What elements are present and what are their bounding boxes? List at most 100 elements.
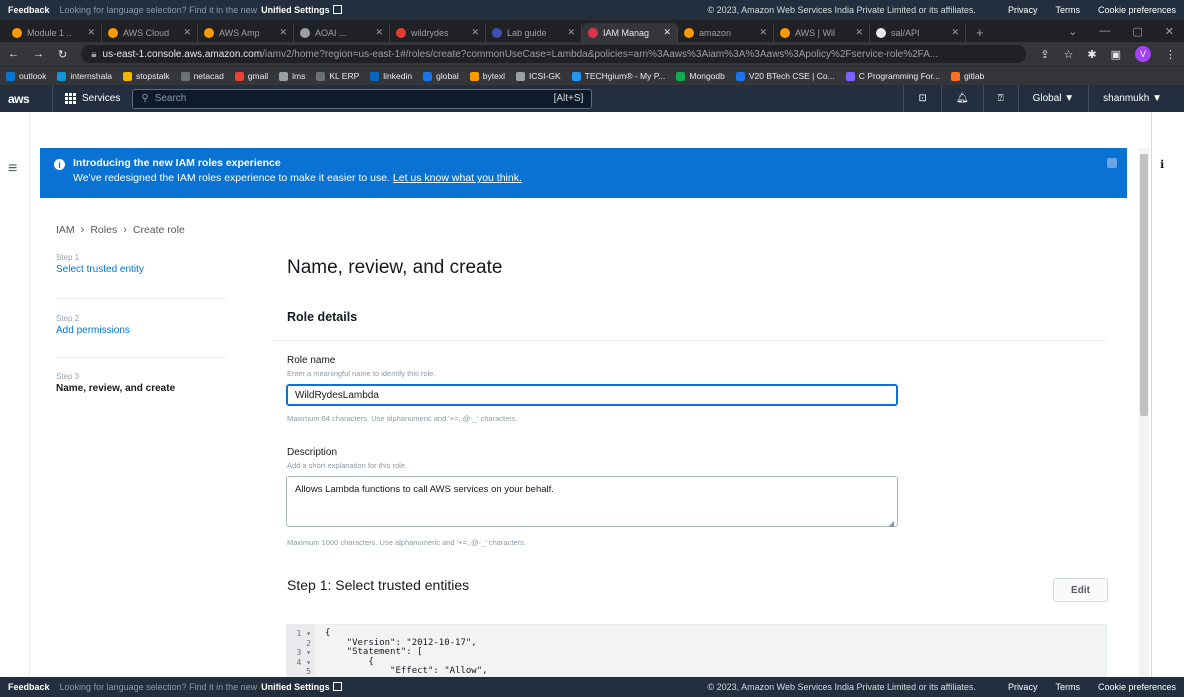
feedback-link[interactable]: Feedback <box>8 5 50 15</box>
bookmark-item[interactable]: KL ERP <box>316 71 359 81</box>
tab-title: wildrydes <box>411 27 449 38</box>
banner-dismiss-button[interactable] <box>1107 158 1117 168</box>
bookmark-item[interactable]: linkedin <box>370 71 412 81</box>
page-scrollbar-thumb[interactable] <box>1140 154 1148 416</box>
browser-menu-icon[interactable]: ⋮ <box>1165 48 1176 61</box>
edit-trusted-entities-button[interactable]: Edit <box>1053 578 1108 602</box>
close-window-icon[interactable]: ✕ <box>1165 25 1174 38</box>
bookmark-item[interactable]: netacad <box>180 71 224 81</box>
privacy-link[interactable]: Privacy <box>1008 5 1038 15</box>
bookmark-item[interactable]: stopstalk <box>123 71 170 81</box>
notifications-bell-icon[interactable]: 🔔︎ <box>940 85 983 112</box>
tab-favicon-icon <box>684 27 694 38</box>
bookmark-item[interactable]: V20 BTech CSE | Co... <box>735 71 835 81</box>
bookmark-item[interactable]: gmail <box>234 71 268 81</box>
tab-close-icon[interactable]: ✕ <box>951 27 959 38</box>
browser-tab[interactable]: wildrydes ✕ <box>390 23 486 42</box>
unified-settings-link[interactable]: Unified Settings <box>261 682 330 692</box>
services-menu-button[interactable]: Services <box>52 85 132 112</box>
bookmark-label: global <box>436 71 459 81</box>
browser-tab[interactable]: AOAI ... ✕ <box>294 23 390 42</box>
browser-tab[interactable]: AWS Amp ✕ <box>198 23 294 42</box>
info-panel-icon[interactable]: ℹ <box>1160 158 1164 171</box>
bookmark-item[interactable]: gitlab <box>950 71 984 81</box>
breadcrumb-roles[interactable]: Roles <box>90 224 117 236</box>
bookmark-favicon-icon <box>316 71 326 81</box>
browser-tab[interactable]: sal/API ✕ <box>870 23 966 42</box>
tab-title: IAM Manag <box>603 27 650 38</box>
profile-avatar[interactable]: V <box>1135 46 1151 62</box>
bookmark-favicon-icon <box>180 71 190 81</box>
bookmark-item[interactable]: internshala <box>57 71 112 81</box>
cookie-preferences-link[interactable]: Cookie preferences <box>1098 682 1176 692</box>
share-icon[interactable]: ⇪ <box>1040 48 1049 61</box>
region-selector[interactable]: Global ▼ <box>1017 85 1089 112</box>
sidepanel-icon[interactable]: ▣ <box>1111 48 1121 61</box>
tab-close-icon[interactable]: ✕ <box>855 27 863 38</box>
bookmark-item[interactable]: ICSI-GK <box>516 71 561 81</box>
wizard-step-2[interactable]: Step 2 Add permissions <box>56 314 226 336</box>
browser-tab[interactable]: amazon ✕ <box>678 23 774 42</box>
role-name-input[interactable] <box>286 384 898 406</box>
step-label: Add permissions <box>56 325 130 336</box>
browser-tab[interactable]: IAM Manag ✕ <box>582 23 678 42</box>
hamburger-menu-icon[interactable]: ≡ <box>8 160 17 178</box>
tab-close-icon[interactable]: ✕ <box>471 27 479 38</box>
tab-close-icon[interactable]: ✕ <box>183 27 191 38</box>
browser-tab[interactable]: AWS Cloud ✕ <box>102 23 198 42</box>
browser-tab[interactable]: Lab guide ✕ <box>486 23 582 42</box>
aws-logo[interactable]: aws <box>8 92 52 106</box>
tab-search-icon[interactable]: ⌄ <box>1068 25 1077 38</box>
browser-tab[interactable]: Module 1 .. ✕ <box>6 23 102 42</box>
minimize-icon[interactable]: — <box>1099 25 1110 37</box>
terms-link[interactable]: Terms <box>1055 5 1080 15</box>
bookmark-item[interactable]: C Programming For... <box>845 71 940 81</box>
description-textarea[interactable] <box>286 476 898 527</box>
search-icon: ⚲ <box>141 93 149 104</box>
restore-icon[interactable]: ▢ <box>1132 25 1142 38</box>
console-search-input[interactable]: ⚲ Search [Alt+S] <box>132 88 593 109</box>
url-field[interactable]: 🔒︎ us-east-1.console.aws.amazon.com/iamv… <box>81 45 1027 63</box>
bookmark-favicon-icon <box>950 71 960 81</box>
trust-policy-editor[interactable]: 1 ▾ 2 3 ▾ 4 ▾ 5 { "Version": "2012-10-17", "… <box>286 624 1107 677</box>
account-menu[interactable]: shanmukh ▼ <box>1088 85 1176 112</box>
bookmark-item[interactable]: Mongodb <box>676 71 725 81</box>
tools-divider <box>1151 112 1152 677</box>
bookmark-item[interactable]: outlook <box>6 71 46 81</box>
banner-feedback-link[interactable]: Let us know what you think. <box>393 172 522 184</box>
tab-close-icon[interactable]: ✕ <box>279 27 287 38</box>
bookmark-star-icon[interactable]: ☆ <box>1064 48 1074 61</box>
resize-grip-icon[interactable]: ◢ <box>888 519 894 528</box>
cookie-preferences-link[interactable]: Cookie preferences <box>1098 5 1176 15</box>
extensions-icon[interactable]: ✱ <box>1087 48 1096 61</box>
tab-close-icon[interactable]: ✕ <box>87 27 95 38</box>
unified-settings-link[interactable]: Unified Settings <box>261 5 330 15</box>
forward-icon[interactable]: → <box>33 48 44 60</box>
feedback-link[interactable]: Feedback <box>8 682 50 692</box>
privacy-link[interactable]: Privacy <box>1008 682 1038 692</box>
cloudshell-icon[interactable]: ⊡ <box>903 85 940 112</box>
description-help: Add a short explanation for this role. <box>287 461 408 470</box>
new-tab-button[interactable]: + <box>966 23 994 42</box>
tab-favicon-icon <box>876 27 886 38</box>
bookmark-label: linkedin <box>383 71 413 81</box>
reload-icon[interactable]: ↻ <box>58 48 67 61</box>
bookmark-item[interactable]: TECHgium® - My P... <box>571 71 665 81</box>
bookmark-item[interactable]: bytexl <box>469 71 505 81</box>
terms-link[interactable]: Terms <box>1055 682 1080 692</box>
browser-tab[interactable]: AWS | Wil ✕ <box>774 23 870 42</box>
tab-close-icon[interactable]: ✕ <box>567 27 575 38</box>
wizard-step-1[interactable]: Step 1 Select trusted entity <box>56 253 226 275</box>
tab-close-icon[interactable]: ✕ <box>759 27 767 38</box>
bookmark-item[interactable]: lms <box>279 71 305 81</box>
bookmark-favicon-icon <box>57 71 67 81</box>
back-icon[interactable]: ← <box>8 48 19 60</box>
breadcrumb-iam[interactable]: IAM <box>56 224 75 236</box>
tab-close-icon[interactable]: ✕ <box>375 27 383 38</box>
screen: Feedback Looking for language selection?… <box>0 0 1184 697</box>
bookmark-favicon-icon <box>123 71 133 81</box>
tab-close-icon[interactable]: ✕ <box>663 27 671 38</box>
bookmark-item[interactable]: global <box>423 71 459 81</box>
trusted-entities-heading: Step 1: Select trusted entities <box>287 577 470 593</box>
help-icon[interactable]: ⍰ <box>982 85 1018 112</box>
